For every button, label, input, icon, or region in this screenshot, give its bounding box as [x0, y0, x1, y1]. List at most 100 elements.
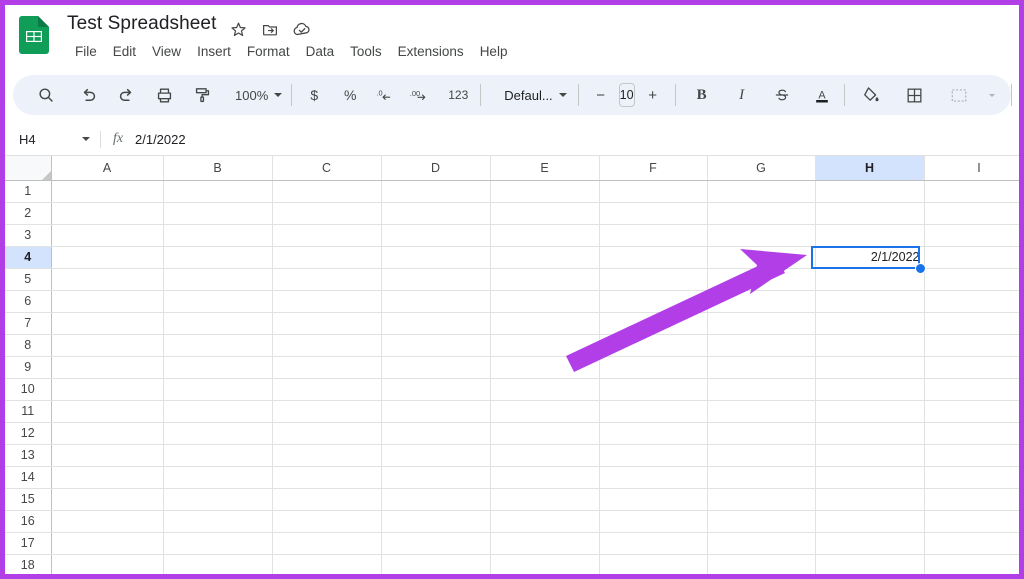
cell-f5[interactable]: [599, 268, 707, 290]
merge-cells-dropdown[interactable]: [974, 80, 1004, 110]
cell-g9[interactable]: [707, 356, 815, 378]
cell-g6[interactable]: [707, 290, 815, 312]
bold-button[interactable]: B: [687, 80, 717, 110]
cell-f6[interactable]: [599, 290, 707, 312]
cell-d16[interactable]: [381, 510, 490, 532]
row-header-10[interactable]: 10: [5, 378, 51, 400]
cell-a6[interactable]: [51, 290, 163, 312]
cell-a7[interactable]: [51, 312, 163, 334]
column-header-e[interactable]: E: [490, 156, 599, 180]
cell-i5[interactable]: [924, 268, 1019, 290]
strikethrough-button[interactable]: [767, 80, 797, 110]
cell-g8[interactable]: [707, 334, 815, 356]
cell-b16[interactable]: [163, 510, 272, 532]
cell-h6[interactable]: [815, 290, 924, 312]
cell-h2[interactable]: [815, 202, 924, 224]
cell-d7[interactable]: [381, 312, 490, 334]
cell-b13[interactable]: [163, 444, 272, 466]
increase-decimal-button[interactable]: .00: [405, 80, 437, 110]
column-header-f[interactable]: F: [599, 156, 707, 180]
cell-d11[interactable]: [381, 400, 490, 422]
row-header-1[interactable]: 1: [5, 180, 51, 202]
cell-i2[interactable]: [924, 202, 1019, 224]
cell-h17[interactable]: [815, 532, 924, 554]
cell-b4[interactable]: [163, 246, 272, 268]
cell-c11[interactable]: [272, 400, 381, 422]
cell-e2[interactable]: [490, 202, 599, 224]
cell-a13[interactable]: [51, 444, 163, 466]
cell-d12[interactable]: [381, 422, 490, 444]
cell-c14[interactable]: [272, 466, 381, 488]
cell-h4[interactable]: 2/1/2022: [815, 246, 924, 268]
cell-a18[interactable]: [51, 554, 163, 574]
cell-b12[interactable]: [163, 422, 272, 444]
cell-b10[interactable]: [163, 378, 272, 400]
cell-d18[interactable]: [381, 554, 490, 574]
cell-f7[interactable]: [599, 312, 707, 334]
cell-i17[interactable]: [924, 532, 1019, 554]
cell-f18[interactable]: [599, 554, 707, 574]
row-header-14[interactable]: 14: [5, 466, 51, 488]
row-header-8[interactable]: 8: [5, 334, 51, 356]
menu-item-edit[interactable]: Edit: [105, 41, 144, 62]
cell-b3[interactable]: [163, 224, 272, 246]
menu-item-extensions[interactable]: Extensions: [390, 41, 472, 62]
column-header-i[interactable]: I: [924, 156, 1019, 180]
menu-item-format[interactable]: Format: [239, 41, 298, 62]
cell-i6[interactable]: [924, 290, 1019, 312]
cell-g18[interactable]: [707, 554, 815, 574]
cell-f8[interactable]: [599, 334, 707, 356]
cell-f14[interactable]: [599, 466, 707, 488]
cell-b6[interactable]: [163, 290, 272, 312]
cell-e12[interactable]: [490, 422, 599, 444]
cell-h18[interactable]: [815, 554, 924, 574]
search-icon[interactable]: [31, 80, 61, 110]
font-size-input[interactable]: 10: [619, 83, 635, 107]
cell-e3[interactable]: [490, 224, 599, 246]
row-header-9[interactable]: 9: [5, 356, 51, 378]
cell-e1[interactable]: [490, 180, 599, 202]
cell-c4[interactable]: [272, 246, 381, 268]
cell-i18[interactable]: [924, 554, 1019, 574]
cell-f10[interactable]: [599, 378, 707, 400]
cell-h9[interactable]: [815, 356, 924, 378]
cell-a9[interactable]: [51, 356, 163, 378]
cell-e9[interactable]: [490, 356, 599, 378]
cell-d14[interactable]: [381, 466, 490, 488]
column-header-h[interactable]: H: [815, 156, 924, 180]
cell-a14[interactable]: [51, 466, 163, 488]
cell-g15[interactable]: [707, 488, 815, 510]
row-header-4[interactable]: 4: [5, 246, 51, 268]
cell-a16[interactable]: [51, 510, 163, 532]
row-header-18[interactable]: 18: [5, 554, 51, 574]
cell-e10[interactable]: [490, 378, 599, 400]
row-header-3[interactable]: 3: [5, 224, 51, 246]
cell-c1[interactable]: [272, 180, 381, 202]
select-all-corner[interactable]: [5, 156, 51, 180]
cell-f15[interactable]: [599, 488, 707, 510]
cell-i3[interactable]: [924, 224, 1019, 246]
cell-a11[interactable]: [51, 400, 163, 422]
cell-c17[interactable]: [272, 532, 381, 554]
cell-e16[interactable]: [490, 510, 599, 532]
borders-icon[interactable]: [900, 80, 930, 110]
document-title[interactable]: Test Spreadsheet: [67, 13, 216, 35]
cell-e5[interactable]: [490, 268, 599, 290]
cell-i10[interactable]: [924, 378, 1019, 400]
cell-d4[interactable]: [381, 246, 490, 268]
cell-c7[interactable]: [272, 312, 381, 334]
cell-a4[interactable]: [51, 246, 163, 268]
menu-item-help[interactable]: Help: [472, 41, 516, 62]
decrease-font-size-button[interactable]: −: [586, 80, 616, 110]
cell-f3[interactable]: [599, 224, 707, 246]
cell-e6[interactable]: [490, 290, 599, 312]
cell-a2[interactable]: [51, 202, 163, 224]
format-percent-button[interactable]: %: [335, 80, 365, 110]
cell-e4[interactable]: [490, 246, 599, 268]
cell-b8[interactable]: [163, 334, 272, 356]
row-header-12[interactable]: 12: [5, 422, 51, 444]
cell-g10[interactable]: [707, 378, 815, 400]
cell-h7[interactable]: [815, 312, 924, 334]
cell-a3[interactable]: [51, 224, 163, 246]
cell-h8[interactable]: [815, 334, 924, 356]
